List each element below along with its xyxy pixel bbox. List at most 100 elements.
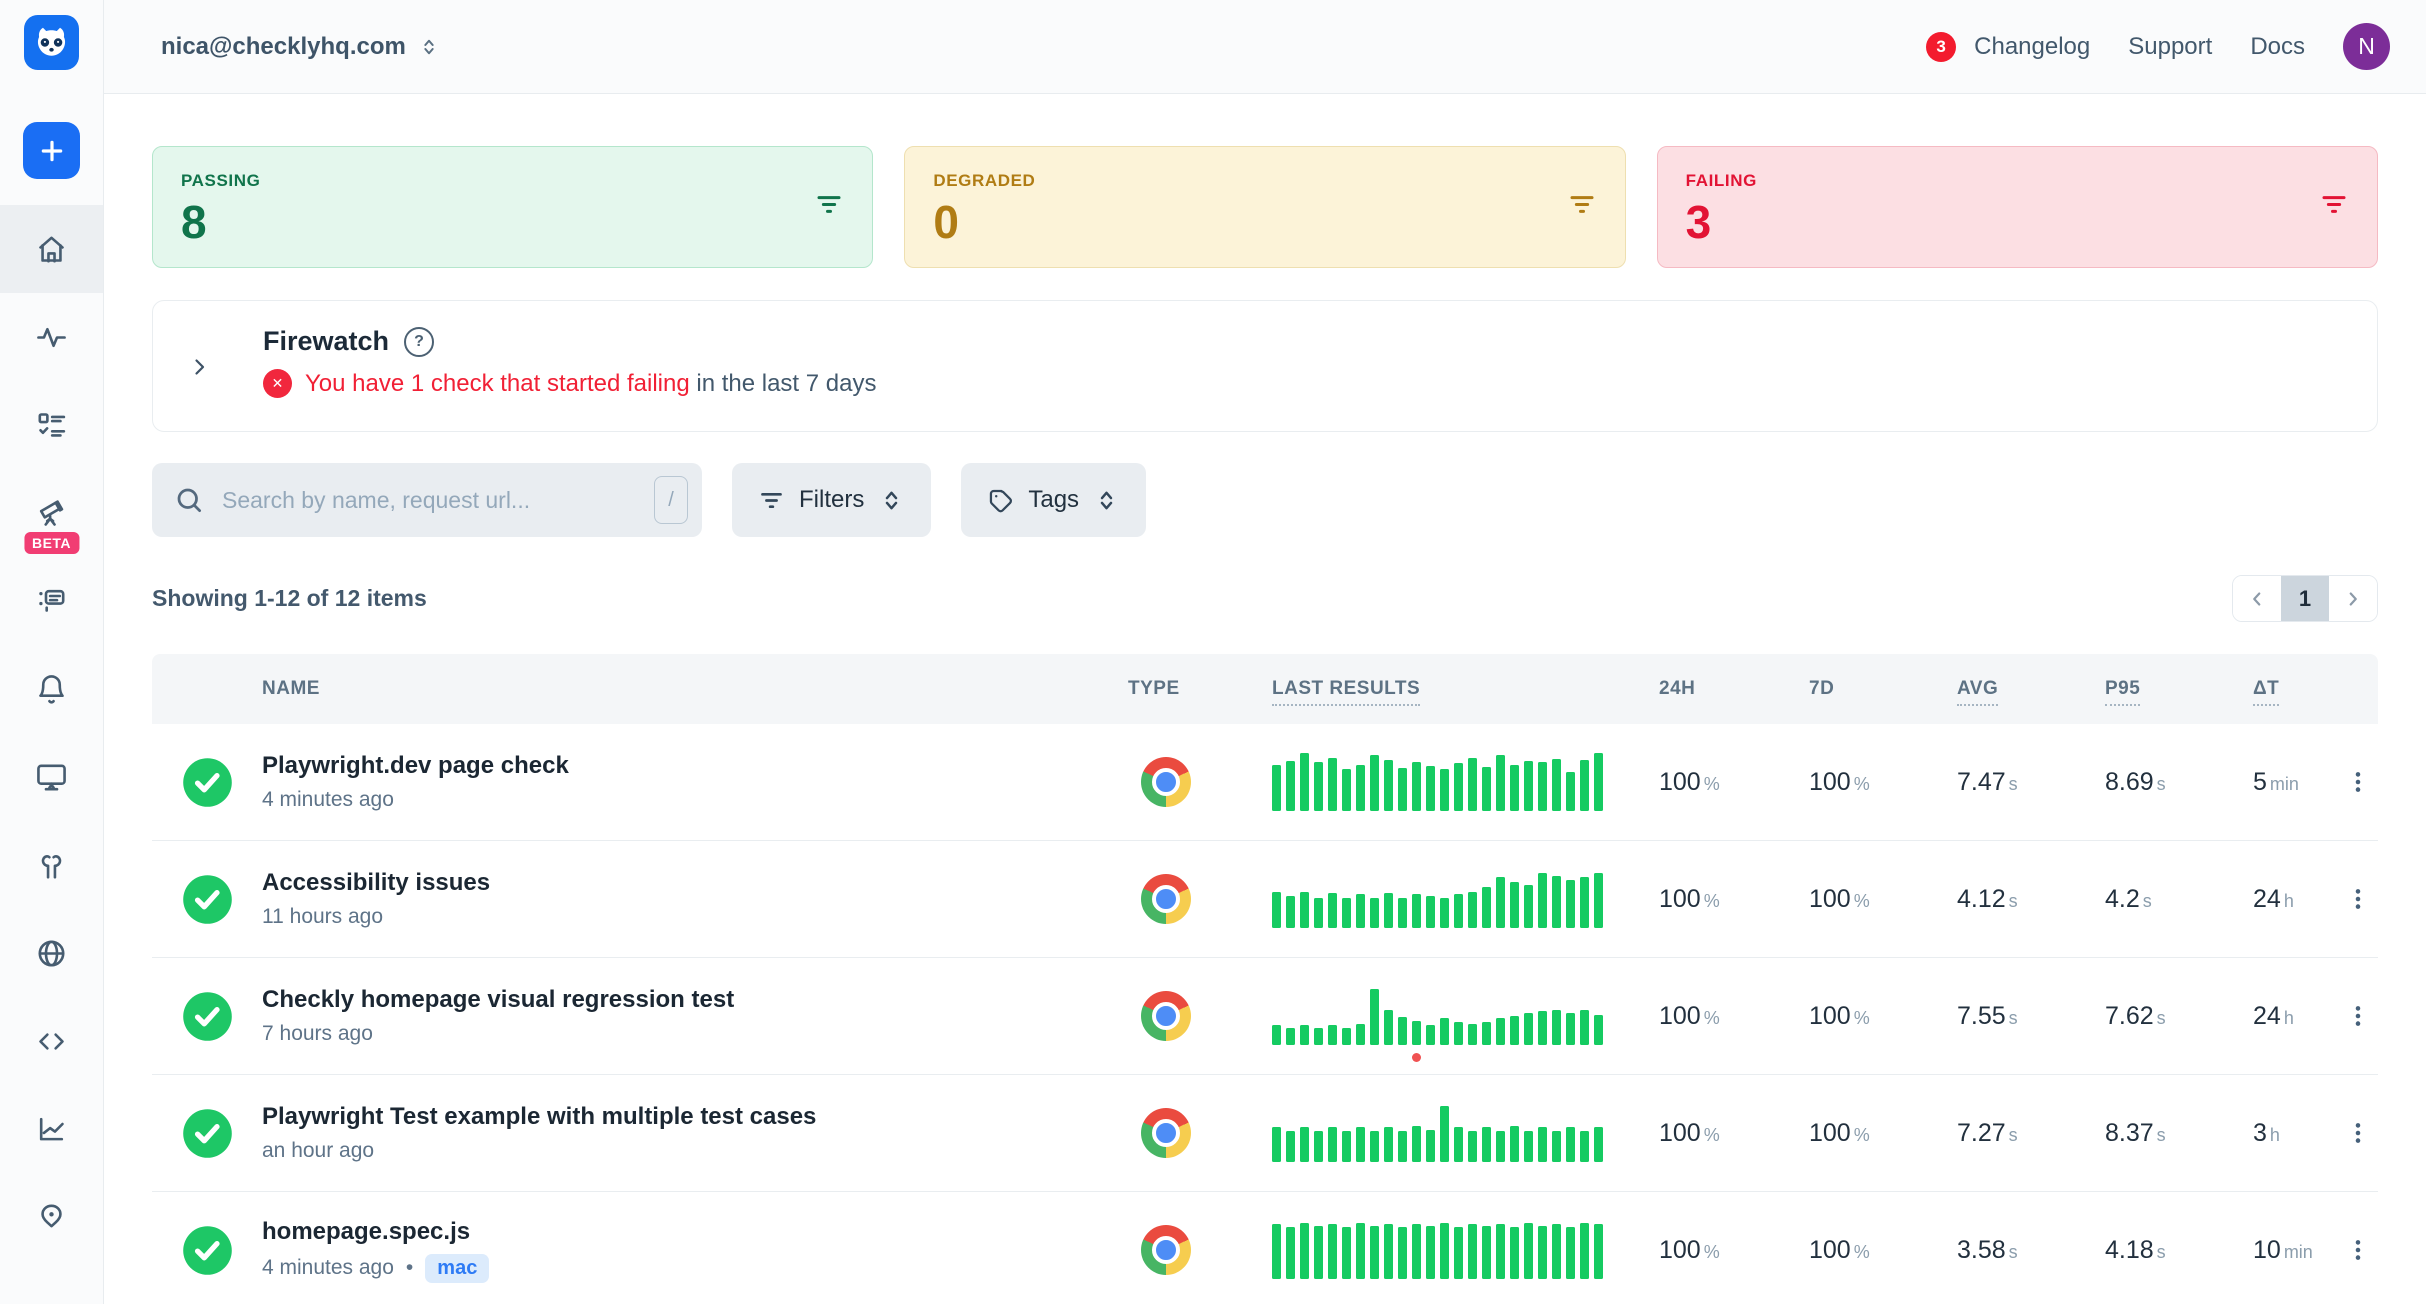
metric-p95: 4.2s [2080,885,2228,914]
sidebar-item-dashboards[interactable] [0,733,103,821]
checklist-icon [35,409,68,442]
main-content: PASSING 8 DEGRADED 0 FAILING 3 Firewatch… [104,94,2426,1304]
results-bar-chart[interactable] [1272,870,1603,928]
col-avg[interactable]: AVG [1932,678,2080,700]
beta-badge: BETA [24,532,79,554]
status-card-degraded[interactable]: DEGRADED 0 [904,146,1625,268]
sidebar-item-status-pages[interactable] [0,1173,103,1261]
nav-link-support[interactable]: Support [2128,33,2212,61]
check-tag-badge: mac [425,1254,489,1283]
col--t[interactable]: ΔT [2228,678,2338,700]
results-bar-chart[interactable] [1272,1104,1603,1162]
sidebar-item-checks[interactable] [0,381,103,469]
status-summary: PASSING 8 DEGRADED 0 FAILING 3 [152,146,2378,268]
metric-delta-t: 5min [2228,768,2338,797]
check-name: Checkly homepage visual regression test [262,986,1083,1014]
metric-7d: 100% [1784,885,1932,914]
check-row[interactable]: Playwright Test example with multiple te… [152,1075,2378,1192]
results-count: Showing 1-12 of 12 items [152,585,427,612]
checks-table: NAMETYPELAST RESULTS24H7DAVGP95ΔT Playwr… [152,654,2378,1304]
sidebar-item-cli[interactable] [0,997,103,1085]
expand-chevron-icon[interactable] [187,355,211,384]
check-name: Playwright.dev page check [262,752,1083,780]
topbar: nica@checklyhq.com 3 Changelog Support Doc… [104,0,2426,94]
check-name-cell[interactable]: Playwright.dev page check 4 minutes ago [262,752,1083,812]
create-new-button[interactable] [23,122,80,179]
status-card-passing[interactable]: PASSING 8 [152,146,873,268]
activity-icon [35,321,68,354]
results-bar-chart[interactable] [1272,1221,1603,1279]
monitor-icon [35,761,68,794]
nav-link-changelog[interactable]: Changelog [1974,33,2090,61]
search-input[interactable] [220,486,638,515]
help-icon[interactable]: ? [404,327,434,357]
kebab-menu[interactable] [2338,1120,2378,1146]
kebab-menu[interactable] [2338,769,2378,795]
sidebar-item-logs[interactable] [0,557,103,645]
metric-p95: 8.69s [2080,768,2228,797]
col-name: NAME [262,678,1083,700]
wrench-icon [35,849,68,882]
search-box[interactable]: / [152,463,702,537]
error-x-icon: ✕ [263,369,292,398]
kebab-menu[interactable] [2338,1003,2378,1029]
filters-button[interactable]: Filters [732,463,931,537]
toolbar: / Filters Tags [152,463,2378,537]
kebab-menu[interactable] [2338,886,2378,912]
metric-p95: 7.62s [2080,1002,2228,1031]
check-name-cell[interactable]: Playwright Test example with multiple te… [262,1103,1083,1163]
checkly-logo[interactable] [24,15,79,70]
nav-link-docs[interactable]: Docs [2250,33,2305,61]
check-row[interactable]: Accessibility issues 11 hours ago 100% 1… [152,841,2378,958]
check-row[interactable]: Checkly homepage visual regression test … [152,958,2378,1075]
status-card-count: 8 [181,199,844,245]
tags-label: Tags [1028,486,1079,514]
col-p95[interactable]: P95 [2080,678,2228,700]
firewatch-panel: Firewatch ? ✕ You have 1 check that star… [152,300,2378,432]
metric-delta-t: 10min [2228,1236,2338,1265]
prev-page-button[interactable] [2233,576,2281,621]
tags-button[interactable]: Tags [961,463,1146,537]
sidebar-item-home[interactable] [0,205,103,293]
check-name-cell[interactable]: Checkly homepage visual regression test … [262,986,1083,1046]
account-email: nica@checklyhq.com [161,33,406,61]
check-row[interactable]: Playwright.dev page check 4 minutes ago … [152,724,2378,841]
passing-status-icon [181,756,234,809]
code-icon [35,1025,68,1058]
filter-icon[interactable] [814,190,844,225]
filter-icon[interactable] [2319,190,2349,225]
sidebar-item-analytics[interactable] [0,1085,103,1173]
failure-dot [1412,1053,1421,1062]
chevron-updown-icon [878,487,905,514]
col-last-results[interactable]: LAST RESULTS [1203,678,1634,700]
changelog-count-badge: 3 [1926,32,1956,62]
check-row[interactable]: homepage.spec.js 4 minutes ago•mac 100% … [152,1192,2378,1304]
chart-icon [35,1113,68,1146]
metric-delta-t: 3h [2228,1119,2338,1148]
plus-icon [36,135,68,167]
kebab-menu[interactable] [2338,1237,2378,1263]
firewatch-message-highlight: You have 1 check that started failing [305,370,690,397]
list-meta: Showing 1-12 of 12 items 1 [152,575,2378,622]
metric-24h: 100% [1634,885,1784,914]
filter-icon[interactable] [1567,190,1597,225]
account-switcher[interactable]: nica@checklyhq.com [161,33,440,61]
sidebar-item-private-locations[interactable] [0,909,103,997]
sidebar-nav: BETA [0,205,103,1261]
sidebar-item-activity[interactable] [0,293,103,381]
check-name-cell[interactable]: Accessibility issues 11 hours ago [262,869,1083,929]
results-bar-chart[interactable] [1272,753,1603,811]
sidebar-item-alerts[interactable] [0,645,103,733]
metric-p95: 4.18s [2080,1236,2228,1265]
avatar[interactable]: N [2343,23,2390,70]
results-bar-chart[interactable] [1272,987,1603,1045]
metric-24h: 100% [1634,1236,1784,1265]
check-name-cell[interactable]: homepage.spec.js 4 minutes ago•mac [262,1218,1083,1283]
sidebar-item-explore[interactable]: BETA [0,469,103,557]
chrome-browser-icon [1141,1225,1191,1275]
check-name: homepage.spec.js [262,1218,1083,1246]
pin-icon [35,1201,68,1234]
next-page-button[interactable] [2329,576,2377,621]
sidebar-item-maintenance[interactable] [0,821,103,909]
status-card-failing[interactable]: FAILING 3 [1657,146,2378,268]
